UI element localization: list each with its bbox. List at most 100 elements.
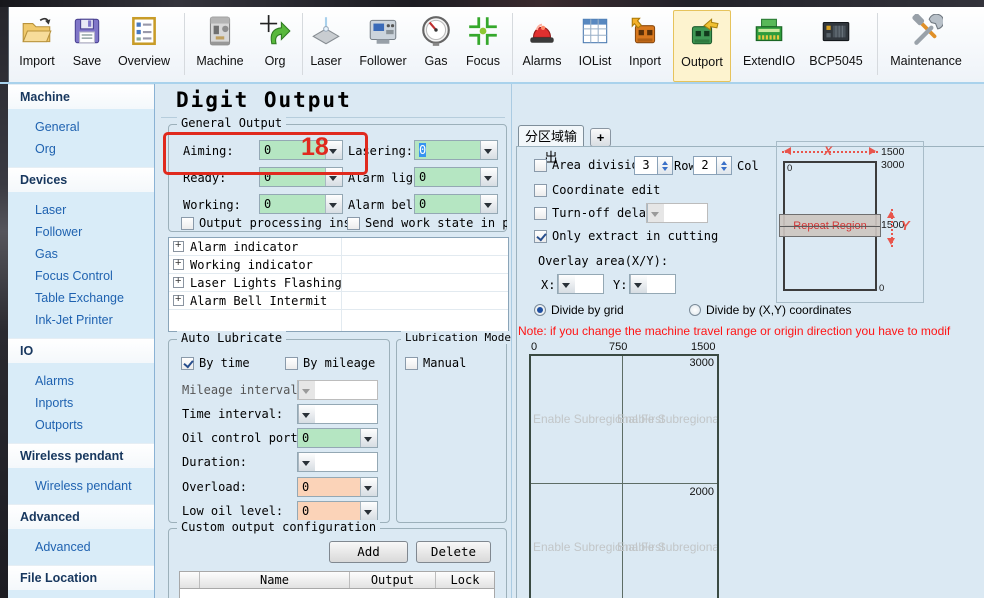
toolbar-item-iolist[interactable]: IOList <box>571 12 619 78</box>
cols-spinner[interactable]: 2 <box>693 156 732 175</box>
sidebar-item-follower[interactable]: Follower <box>8 221 154 243</box>
spinner-updown-icon[interactable] <box>717 156 732 175</box>
column-header-lock[interactable]: Lock <box>436 572 494 588</box>
indicator-list[interactable]: Alarm indicator Working indicator Laser … <box>168 237 509 332</box>
dropdown-arrow-icon[interactable] <box>360 502 377 520</box>
checkbox-icon[interactable] <box>285 357 298 370</box>
output-processing-checkbox[interactable]: Output processing instruct <box>181 216 347 230</box>
alarm-bell-dropdown[interactable]: 0 <box>414 194 498 214</box>
toolbar-item-focus[interactable]: Focus <box>459 12 507 78</box>
checkbox-icon[interactable] <box>347 217 360 230</box>
checkbox-icon[interactable] <box>534 207 547 220</box>
divide-by-xy-radio[interactable]: Divide by (X,Y) coordinates <box>689 303 851 317</box>
dropdown-arrow-icon[interactable] <box>558 275 575 293</box>
sidebar-header-machine[interactable]: Machine <box>8 84 154 109</box>
expand-plus-icon[interactable] <box>173 259 184 270</box>
list-item[interactable]: Alarm Bell Intermit <box>169 292 508 310</box>
lasering-dropdown[interactable]: 0 <box>414 140 498 160</box>
sidebar-item-inkjet-printer[interactable]: Ink-Jet Printer <box>8 309 154 331</box>
dropdown-arrow-icon[interactable] <box>480 168 497 186</box>
ready-dropdown[interactable]: 0 <box>259 167 343 187</box>
toolbar-item-save[interactable]: Save <box>65 12 109 78</box>
toolbar-item-overview[interactable]: Overview <box>110 12 178 78</box>
toolbar-item-gas[interactable]: Gas <box>414 12 458 78</box>
dropdown-arrow-icon[interactable] <box>630 275 647 293</box>
column-header-output[interactable]: Output <box>350 572 436 588</box>
sidebar-header-devices[interactable]: Devices <box>8 167 154 192</box>
overload-dropdown[interactable]: 0 <box>297 477 378 497</box>
column-header-name[interactable]: Name <box>200 572 350 588</box>
checkbox-icon[interactable] <box>534 184 547 197</box>
only-extract-checkbox[interactable]: Only extract in cutting <box>534 229 718 243</box>
toolbar-item-follower[interactable]: Follower <box>353 12 413 78</box>
sidebar-item-laser[interactable]: Laser <box>8 199 154 221</box>
radio-icon[interactable] <box>689 304 701 316</box>
overlay-x-dropdown[interactable]: 0 <box>557 274 604 294</box>
sidebar-header-io[interactable]: IO <box>8 338 154 363</box>
sidebar-item-advanced[interactable]: Advanced <box>8 536 154 558</box>
sidebar-item-alarms[interactable]: Alarms <box>8 370 154 392</box>
by-mileage-checkbox[interactable]: By mileage <box>285 356 375 370</box>
checkbox-icon[interactable] <box>181 217 194 230</box>
checkbox-checked-icon[interactable] <box>534 230 547 243</box>
dropdown-arrow-icon[interactable] <box>298 405 315 423</box>
dropdown-arrow-icon[interactable] <box>360 429 377 447</box>
toolbar-item-maintenance[interactable]: Maintenance <box>886 12 966 78</box>
checkbox-checked-icon[interactable] <box>181 357 194 370</box>
coordinate-edit-checkbox[interactable]: Coordinate edit <box>534 183 660 197</box>
sidebar-item-inports[interactable]: Inports <box>8 392 154 414</box>
sidebar-item-general[interactable]: General <box>8 116 154 138</box>
sidebar-item-gas[interactable]: Gas <box>8 243 154 265</box>
dropdown-arrow-icon[interactable] <box>480 141 497 159</box>
radio-selected-icon[interactable] <box>534 304 546 316</box>
toolbar-item-org[interactable]: Org <box>253 12 297 78</box>
expand-plus-icon[interactable] <box>173 295 184 306</box>
table-body[interactable] <box>179 589 495 598</box>
sidebar-item-org[interactable]: Org <box>8 138 154 160</box>
dropdown-arrow-icon[interactable] <box>360 478 377 496</box>
expand-plus-icon[interactable] <box>173 241 184 252</box>
sidebar-header-wireless-pendant[interactable]: Wireless pendant <box>8 443 154 468</box>
toolbar-item-alarms[interactable]: Alarms <box>518 12 566 78</box>
dropdown-arrow-icon[interactable] <box>298 453 315 471</box>
dropdown-arrow-icon[interactable] <box>325 168 342 186</box>
sidebar-item-wireless-pendant[interactable]: Wireless pendant <box>8 475 154 497</box>
sidebar-item-table-exchange[interactable]: Table Exchange <box>8 287 154 309</box>
checkbox-icon[interactable] <box>405 357 418 370</box>
toolbar-item-machine[interactable]: Machine <box>190 12 250 78</box>
toolbar-item-import[interactable]: Import <box>13 12 61 78</box>
toolbar-item-laser[interactable]: Laser <box>304 12 348 78</box>
sidebar-header-advanced[interactable]: Advanced <box>8 504 154 529</box>
send-work-state-checkbox[interactable]: Send work state in paus <box>347 216 507 230</box>
low-oil-level-dropdown[interactable]: 0 <box>297 501 378 521</box>
toolbar-item-extendio[interactable]: ExtendIO <box>739 12 799 78</box>
working-dropdown[interactable]: 0 <box>259 194 343 214</box>
expand-plus-icon[interactable] <box>173 277 184 288</box>
repeat-region-box[interactable]: Repeat Region <box>779 214 881 237</box>
list-item[interactable]: Alarm indicator <box>169 238 508 256</box>
toolbar-item-inport[interactable]: Inport <box>621 12 669 78</box>
dropdown-arrow-icon[interactable] <box>325 195 342 213</box>
oil-control-port-dropdown[interactable]: 0 <box>297 428 378 448</box>
sidebar-item-focus-control[interactable]: Focus Control <box>8 265 154 287</box>
tab-zone-output[interactable]: 分区域输出 <box>518 125 584 147</box>
add-tab-button[interactable]: + <box>590 128 611 147</box>
spinner-updown-icon[interactable] <box>658 156 673 175</box>
duration-dropdown[interactable]: 30s <box>297 452 378 472</box>
list-item[interactable]: Laser Lights Flashing <box>169 274 508 292</box>
manual-checkbox[interactable]: Manual <box>405 356 466 370</box>
divide-by-grid-radio[interactable]: Divide by grid <box>534 303 624 317</box>
delete-button[interactable]: Delete <box>416 541 491 563</box>
toolbar-item-outport[interactable]: Outport <box>673 10 731 82</box>
toolbar-item-bcp5045[interactable]: BCP5045 <box>807 12 865 78</box>
sidebar-header-file-location[interactable]: File Location <box>8 565 154 590</box>
overlay-y-dropdown[interactable]: 0 <box>629 274 676 294</box>
rows-spinner[interactable]: 3 <box>634 156 673 175</box>
list-item[interactable]: Working indicator <box>169 256 508 274</box>
add-button[interactable]: Add <box>329 541 408 563</box>
sidebar-item-outports[interactable]: Outports <box>8 414 154 436</box>
by-time-checkbox[interactable]: By time <box>181 356 250 370</box>
checkbox-icon[interactable] <box>534 159 547 172</box>
turn-off-delay-checkbox[interactable]: Turn-off delay: <box>534 206 660 220</box>
dropdown-arrow-icon[interactable] <box>480 195 497 213</box>
